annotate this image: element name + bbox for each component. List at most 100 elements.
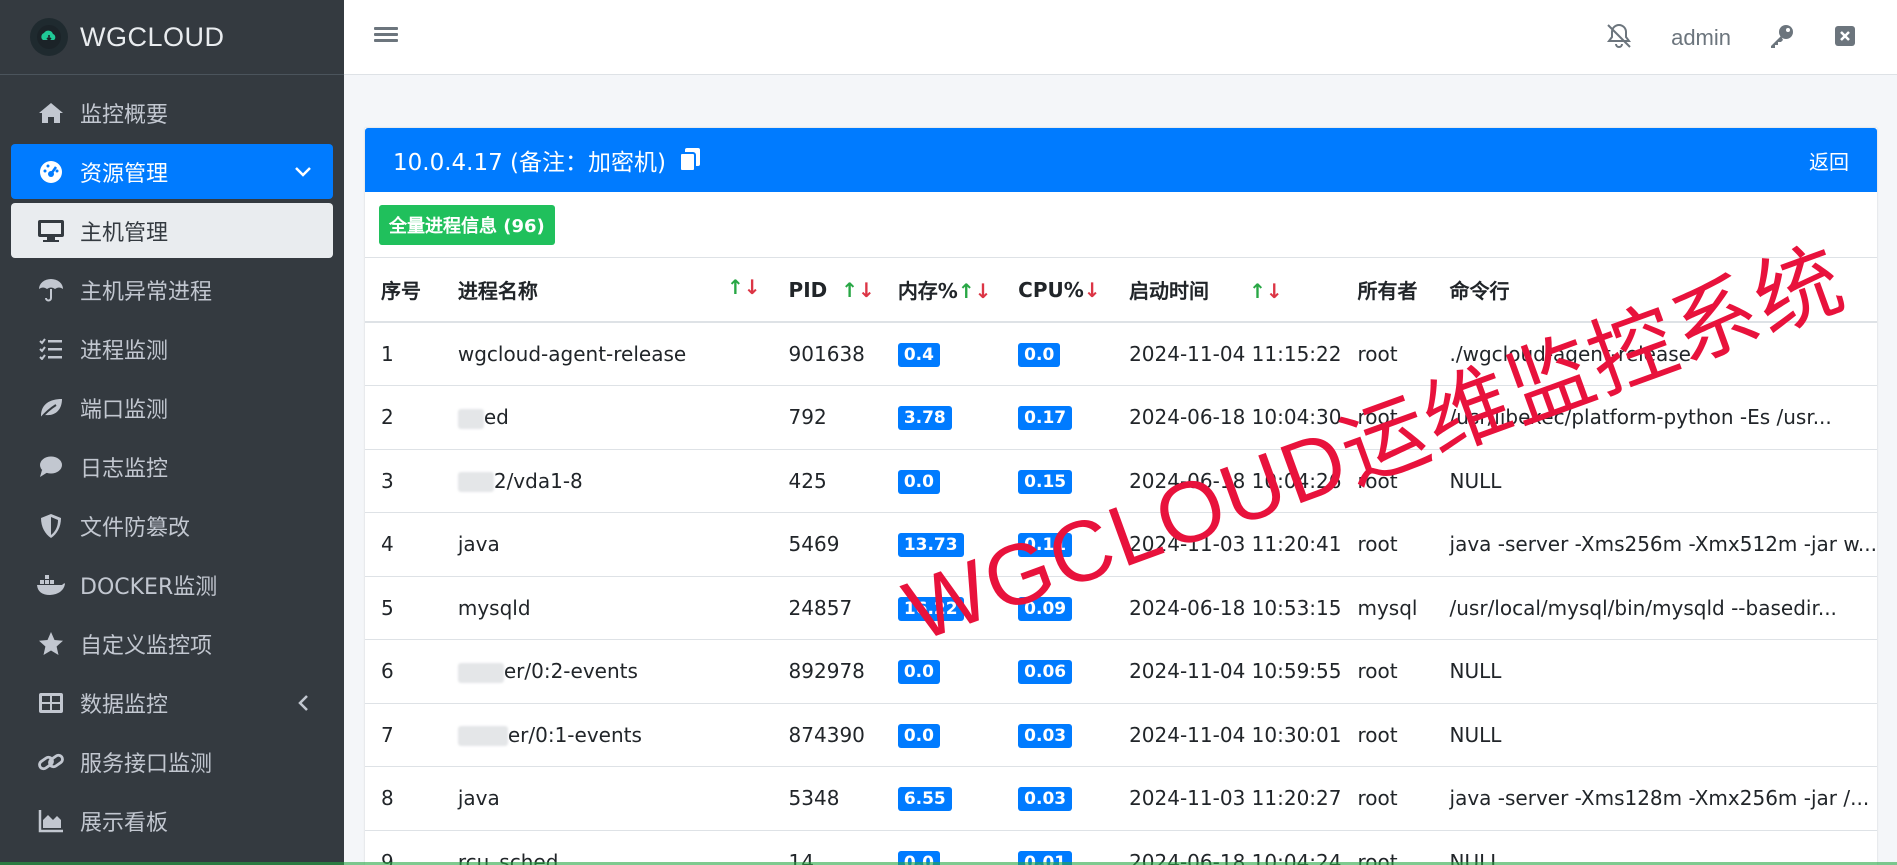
sort-arrows-icon[interactable]: ↑↓ xyxy=(727,275,761,299)
sidebar-item-data-monitor[interactable]: 数据监控 xyxy=(11,675,333,730)
sidebar-item-overview[interactable]: 监控概要 xyxy=(11,85,333,140)
cell-start: 2024-11-03 11:20:41 xyxy=(1113,512,1342,577)
pid-text: 24857 xyxy=(788,595,853,620)
sidebar-item-abnormal-process[interactable]: 主机异常进程 xyxy=(11,262,333,317)
username[interactable]: admin xyxy=(1671,25,1731,51)
pid-text: 5469 xyxy=(788,532,840,557)
cell-cpu: 0.06 xyxy=(1002,639,1114,704)
table-row[interactable]: 2 ed 792 3.78 0.17 2024-06-18 10:04:30 root/us… xyxy=(365,385,1877,450)
sidebar-item-resources[interactable]: 资源管理 xyxy=(11,144,333,199)
list-icon xyxy=(36,334,66,364)
table-row[interactable]: 9 rcu_sched 14 0.0 0.01 2024-06-18 10:04:24 ro… xyxy=(365,830,1877,865)
sidebar-nav: 监控概要 资源管理 主机管理 主机异常进程 进程监测 端口监测 日志监控 文件防… xyxy=(0,75,344,848)
table-header-row: 序号 进程名称 ↑↓ PID ↑↓ 内存%↑↓ CPU%↓ 启动时间 ↑↓ 所有者 … xyxy=(365,258,1877,323)
cell-owner: root xyxy=(1341,512,1434,577)
chart-area-icon xyxy=(36,806,66,836)
cell-no: 1 xyxy=(365,322,442,386)
cmd-text: ./wgcloud-agent-release xyxy=(1449,342,1691,366)
cell-pid: 874390 xyxy=(772,703,882,767)
start-text: 2024-11-04 10:30:01 xyxy=(1129,722,1342,747)
sidebar-item-file-tamper[interactable]: 文件防篡改 xyxy=(11,498,333,553)
sidebar-item-label: 日志监控 xyxy=(80,456,169,482)
cell-owner: root xyxy=(1341,322,1434,386)
table-row[interactable]: 8 java 5348 6.55 0.03 2024-11-03 11:20:27 root… xyxy=(365,766,1877,831)
cmd-text: java -server -Xms256m -Xmx512m -jar w... xyxy=(1449,532,1877,557)
table-row[interactable]: 6 er/0:2-events 892978 0.0 0.06 2024-11-04 10… xyxy=(365,639,1877,704)
cmd-text: NULL xyxy=(1449,468,1502,493)
table-row[interactable]: 1 wgcloud-agent-release 901638 0.4 0.0 2024-1… xyxy=(365,322,1877,386)
cell-cpu: 0.09 xyxy=(1002,576,1114,640)
redacted-text xyxy=(457,726,508,747)
sidebar-item-label: 主机管理 xyxy=(80,220,169,246)
sidebar-item-port-monitor[interactable]: 端口监测 xyxy=(11,380,333,435)
cell-no: 3 xyxy=(365,449,442,513)
redacted-text xyxy=(457,408,484,429)
owner-text: root xyxy=(1357,722,1398,747)
shield-icon xyxy=(36,511,66,541)
cell-mem: 0.4 xyxy=(881,322,1003,386)
cell-pid: 14 xyxy=(772,830,882,865)
top-navbar: admin xyxy=(344,0,1897,75)
copy-icon[interactable] xyxy=(678,147,702,173)
no-text: 4 xyxy=(381,532,394,557)
sidebar-item-log-monitor[interactable]: 日志监控 xyxy=(11,439,333,494)
cell-cpu: 0.01 xyxy=(1002,830,1114,865)
bell-slash-icon[interactable] xyxy=(1605,22,1633,54)
no-text: 1 xyxy=(381,342,394,366)
no-text: 5 xyxy=(381,595,394,620)
owner-text: mysql xyxy=(1357,595,1418,620)
key-icon[interactable] xyxy=(1769,23,1795,53)
start-text: 2024-11-03 11:20:41 xyxy=(1129,532,1342,557)
col-header-pid[interactable]: PID ↑↓ xyxy=(772,258,882,323)
owner-text: root xyxy=(1357,786,1398,811)
close-window-icon[interactable] xyxy=(1833,24,1857,52)
sidebar-item-label: 服务接口监测 xyxy=(80,751,213,777)
name-text: er/0:2-events xyxy=(503,659,638,684)
cell-owner: root xyxy=(1341,639,1434,704)
sidebar-item-custom-monitor[interactable]: 自定义监控项 xyxy=(11,616,333,671)
cell-cmd: java -server -Xms256m -Xmx512m -jar w... xyxy=(1433,512,1877,577)
sort-arrows-icon[interactable]: ↑↓ xyxy=(1249,279,1283,303)
sort-arrows-icon[interactable]: ↑↓ xyxy=(958,279,992,303)
sort-desc-icon[interactable]: ↓ xyxy=(1084,278,1101,302)
sort-arrows-icon[interactable]: ↑↓ xyxy=(841,278,875,302)
no-text: 6 xyxy=(381,659,394,684)
start-text: 2024-11-04 10:59:55 xyxy=(1129,659,1342,684)
sidebar-item-label: 展示看板 xyxy=(80,810,169,836)
brand[interactable]: WGCLOUD xyxy=(0,0,344,75)
sidebar-item-api-monitor[interactable]: 服务接口监测 xyxy=(11,734,333,789)
cmd-text: /usr/local/mysql/bin/mysqld --basedir... xyxy=(1449,595,1837,620)
chevron-down-icon xyxy=(293,162,313,182)
menu-toggle-icon[interactable] xyxy=(374,24,398,48)
cell-no: 4 xyxy=(365,512,442,577)
star-icon xyxy=(36,629,66,659)
name-text: java xyxy=(457,786,500,811)
table-row[interactable]: 5 mysqld 24857 16.22 0.09 2024-06-18 10:53:15… xyxy=(365,576,1877,640)
cell-pid: 24857 xyxy=(772,576,882,640)
cmd-text: NULL xyxy=(1449,722,1502,747)
col-header-name[interactable]: 进程名称 ↑↓ xyxy=(441,258,773,323)
sidebar-item-dashboard-board[interactable]: 展示看板 xyxy=(11,793,333,848)
sidebar-item-docker[interactable]: DOCKER监测 xyxy=(11,557,333,612)
table-row[interactable]: 4 java 5469 13.73 0.11 2024-11-03 11:20:41 roo… xyxy=(365,512,1877,577)
cpu-badge: 0.11 xyxy=(1018,533,1073,558)
chevron-left-icon xyxy=(293,693,313,713)
sidebar-item-hosts[interactable]: 主机管理 xyxy=(11,203,333,258)
mem-badge: 0.0 xyxy=(897,723,940,748)
back-link[interactable]: 返回 xyxy=(1809,146,1849,175)
table-row[interactable]: 3 2/vda1-8 425 0.0 0.15 2024-06-18 10:04:26 ro… xyxy=(365,449,1877,513)
cell-name: er/0:1-events xyxy=(441,703,773,767)
col-header-start[interactable]: 启动时间 ↑↓ xyxy=(1113,258,1342,323)
cell-name: rcu_sched xyxy=(441,830,773,865)
cmd-text: java -server -Xms128m -Xmx256m -jar /... xyxy=(1449,786,1870,811)
name-text: wgcloud-agent-release xyxy=(457,342,687,366)
all-processes-button[interactable]: 全量进程信息 (96) xyxy=(379,204,555,245)
cell-pid: 892978 xyxy=(772,639,882,704)
sidebar-item-process-monitor[interactable]: 进程监测 xyxy=(11,321,333,376)
owner-text: root xyxy=(1357,468,1398,493)
mem-badge: 13.73 xyxy=(897,533,964,558)
col-header-cpu[interactable]: CPU%↓ xyxy=(1002,258,1114,323)
redacted-text xyxy=(457,662,504,683)
table-row[interactable]: 7 er/0:1-events 874390 0.0 0.03 2024-11-04 10… xyxy=(365,703,1877,767)
col-header-mem[interactable]: 内存%↑↓ xyxy=(881,258,1003,323)
